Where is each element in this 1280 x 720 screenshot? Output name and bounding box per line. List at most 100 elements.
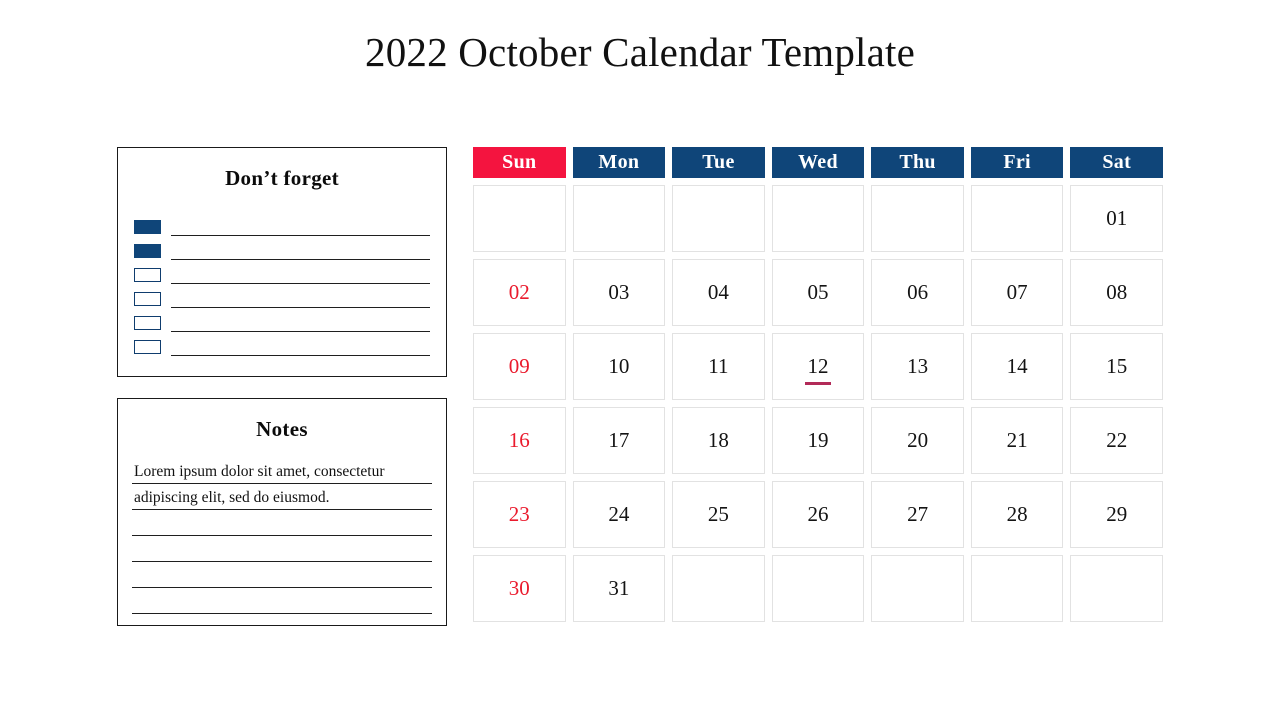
calendar-date-label: 24 xyxy=(608,502,630,526)
calendar-date-label: 07 xyxy=(1006,280,1028,304)
calendar-day-cell[interactable]: 30 xyxy=(473,555,566,622)
calendar-weekday-fri: Fri xyxy=(970,147,1064,178)
calendar-day-cell[interactable]: 27 xyxy=(871,481,964,548)
notes-line[interactable] xyxy=(132,510,432,536)
dont-forget-item xyxy=(134,285,430,309)
dont-forget-write-line[interactable] xyxy=(171,355,430,356)
calendar-date-label: 02 xyxy=(508,280,530,304)
calendar-date-label: 14 xyxy=(1006,354,1028,378)
calendar-date-label: 25 xyxy=(707,502,729,526)
calendar-day-cell[interactable]: 19 xyxy=(771,407,865,474)
calendar-day-cell[interactable]: 07 xyxy=(970,259,1064,326)
calendar-day-cell[interactable]: 01 xyxy=(1070,185,1163,252)
notes-panel: Notes Lorem ipsum dolor sit amet, consec… xyxy=(117,398,447,626)
notes-line[interactable]: Lorem ipsum dolor sit amet, consectetur xyxy=(132,458,432,484)
calendar-weekday-header: Sun Mon Tue Wed Thu Fri Sat xyxy=(473,147,1163,178)
checkbox-empty-icon[interactable] xyxy=(134,340,161,354)
calendar-day-cell[interactable]: 06 xyxy=(871,259,964,326)
calendar-date-label: 12 xyxy=(807,354,829,378)
calendar-day-cell[interactable]: 20 xyxy=(871,407,964,474)
dont-forget-item xyxy=(134,261,430,285)
calendar: Sun Mon Tue Wed Thu Fri Sat 01 02 03 04 05 06 07 08 09… xyxy=(473,147,1163,622)
calendar-weekday-sat: Sat xyxy=(1070,147,1163,178)
calendar-day-cell[interactable]: 11 xyxy=(672,333,765,400)
calendar-day-cell[interactable]: 29 xyxy=(1070,481,1163,548)
calendar-empty-cell xyxy=(672,185,765,252)
calendar-day-cell[interactable]: 09 xyxy=(473,333,566,400)
calendar-date-label: 03 xyxy=(608,280,630,304)
calendar-day-cell[interactable]: 18 xyxy=(672,407,765,474)
calendar-day-cell[interactable]: 21 xyxy=(970,407,1064,474)
calendar-date-label: 31 xyxy=(608,576,630,600)
dont-forget-item xyxy=(134,237,430,261)
calendar-day-cell[interactable]: 13 xyxy=(871,333,964,400)
calendar-day-cell[interactable]: 26 xyxy=(771,481,865,548)
calendar-day-cell[interactable]: 08 xyxy=(1070,259,1163,326)
notes-line-text: adipiscing elit, sed do eiusmod. xyxy=(134,489,330,506)
calendar-date-label: 17 xyxy=(608,428,630,452)
calendar-date-label: 04 xyxy=(707,280,729,304)
calendar-date-label: 30 xyxy=(508,576,530,600)
calendar-empty-cell xyxy=(771,185,865,252)
dont-forget-item xyxy=(134,309,430,333)
dont-forget-write-line[interactable] xyxy=(171,235,430,236)
calendar-date-label: 16 xyxy=(508,428,530,452)
calendar-day-cell[interactable]: 23 xyxy=(473,481,566,548)
notes-line[interactable] xyxy=(132,588,432,614)
checkbox-empty-icon[interactable] xyxy=(134,268,161,282)
calendar-empty-cell xyxy=(871,555,964,622)
calendar-day-cell[interactable]: 31 xyxy=(572,555,666,622)
calendar-weekday-mon: Mon xyxy=(572,147,666,178)
calendar-day-cell[interactable]: 02 xyxy=(473,259,566,326)
calendar-day-cell[interactable]: 24 xyxy=(572,481,666,548)
calendar-day-cell[interactable]: 03 xyxy=(572,259,666,326)
checkbox-empty-icon[interactable] xyxy=(134,316,161,330)
dont-forget-write-line[interactable] xyxy=(171,307,430,308)
calendar-date-label: 19 xyxy=(807,428,829,452)
calendar-empty-cell xyxy=(970,185,1064,252)
calendar-day-cell[interactable]: 28 xyxy=(970,481,1064,548)
calendar-day-cell[interactable]: 17 xyxy=(572,407,666,474)
calendar-day-cell[interactable]: 14 xyxy=(970,333,1064,400)
dont-forget-heading: Don’t forget xyxy=(225,166,339,190)
calendar-day-cell[interactable]: 12 xyxy=(771,333,865,400)
calendar-day-cell[interactable]: 05 xyxy=(771,259,865,326)
calendar-date-label: 18 xyxy=(707,428,729,452)
checkbox-empty-icon[interactable] xyxy=(134,292,161,306)
calendar-empty-cell xyxy=(672,555,765,622)
checkbox-checked-icon[interactable] xyxy=(134,244,161,258)
dont-forget-item xyxy=(134,333,430,357)
calendar-date-label: 22 xyxy=(1106,428,1128,452)
dont-forget-panel: Don’t forget xyxy=(117,147,447,377)
calendar-empty-cell xyxy=(473,185,566,252)
calendar-date-label: 11 xyxy=(708,354,729,378)
calendar-weekday-sun: Sun xyxy=(473,147,566,178)
notes-line[interactable]: adipiscing elit, sed do eiusmod. xyxy=(132,484,432,510)
notes-line[interactable] xyxy=(132,562,432,588)
calendar-day-cell[interactable]: 22 xyxy=(1070,407,1163,474)
calendar-day-cell[interactable]: 15 xyxy=(1070,333,1163,400)
dont-forget-write-line[interactable] xyxy=(171,283,430,284)
notes-line[interactable] xyxy=(132,536,432,562)
notes-heading: Notes xyxy=(256,417,308,441)
calendar-date-label: 15 xyxy=(1106,354,1128,378)
dont-forget-write-line[interactable] xyxy=(171,259,430,260)
calendar-day-cell[interactable]: 16 xyxy=(473,407,566,474)
calendar-date-label: 09 xyxy=(508,354,530,378)
dont-forget-write-line[interactable] xyxy=(171,331,430,332)
calendar-empty-cell xyxy=(1070,555,1163,622)
calendar-date-label: 21 xyxy=(1006,428,1028,452)
calendar-day-cell[interactable]: 04 xyxy=(672,259,765,326)
calendar-date-label: 13 xyxy=(907,354,929,378)
calendar-empty-cell xyxy=(970,555,1064,622)
checkbox-checked-icon[interactable] xyxy=(134,220,161,234)
calendar-date-label: 20 xyxy=(907,428,929,452)
calendar-date-label: 26 xyxy=(807,502,829,526)
notes-lines: Lorem ipsum dolor sit amet, consectetur a… xyxy=(118,458,446,614)
calendar-day-cell[interactable]: 10 xyxy=(572,333,666,400)
calendar-empty-cell xyxy=(771,555,865,622)
dont-forget-item xyxy=(134,213,430,237)
dont-forget-list xyxy=(118,213,446,357)
calendar-date-label: 29 xyxy=(1106,502,1128,526)
calendar-day-cell[interactable]: 25 xyxy=(672,481,765,548)
